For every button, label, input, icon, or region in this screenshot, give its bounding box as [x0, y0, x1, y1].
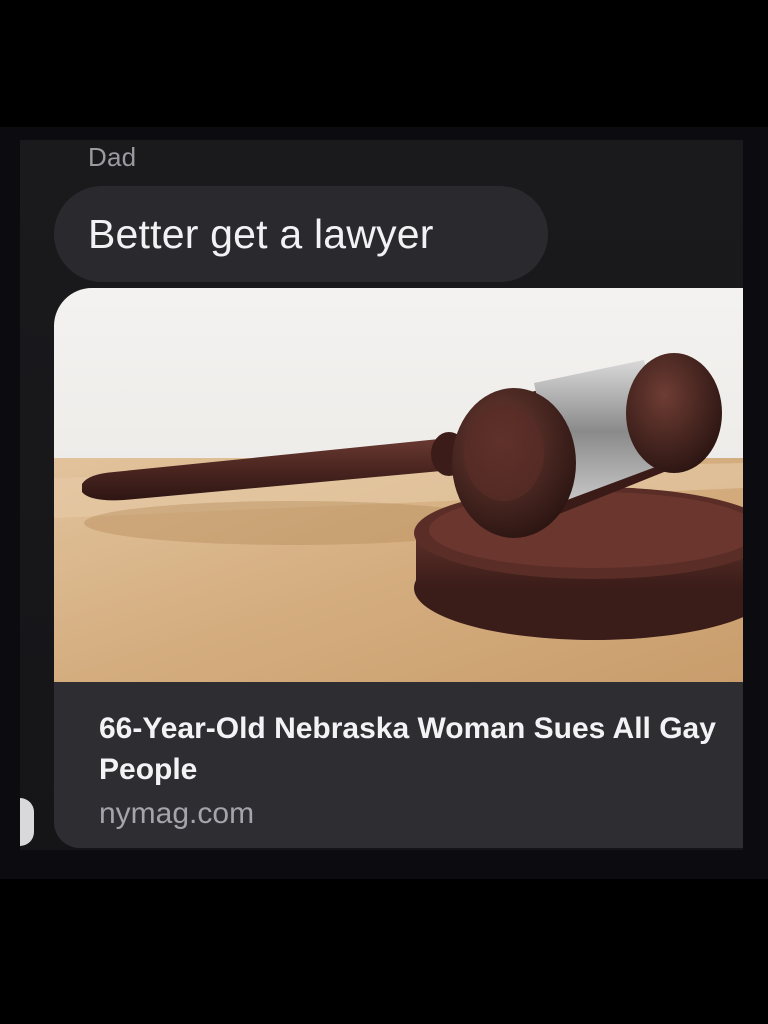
message-bubble[interactable]: Better get a lawyer [54, 186, 548, 282]
link-headline: 66-Year-Old Nebraska Woman Sues All Gay … [99, 712, 716, 786]
link-preview-footer: 66-Year-Old Nebraska Woman Sues All Gay … [54, 682, 743, 848]
partial-bubble-edge [20, 798, 34, 846]
message-text: Better get a lawyer [88, 210, 434, 257]
sender-name: Dad [88, 142, 137, 172]
link-domain: nymag.com [99, 797, 255, 830]
link-preview-image [54, 288, 743, 682]
link-preview-card[interactable]: 66-Year-Old Nebraska Woman Sues All Gay … [54, 288, 743, 848]
